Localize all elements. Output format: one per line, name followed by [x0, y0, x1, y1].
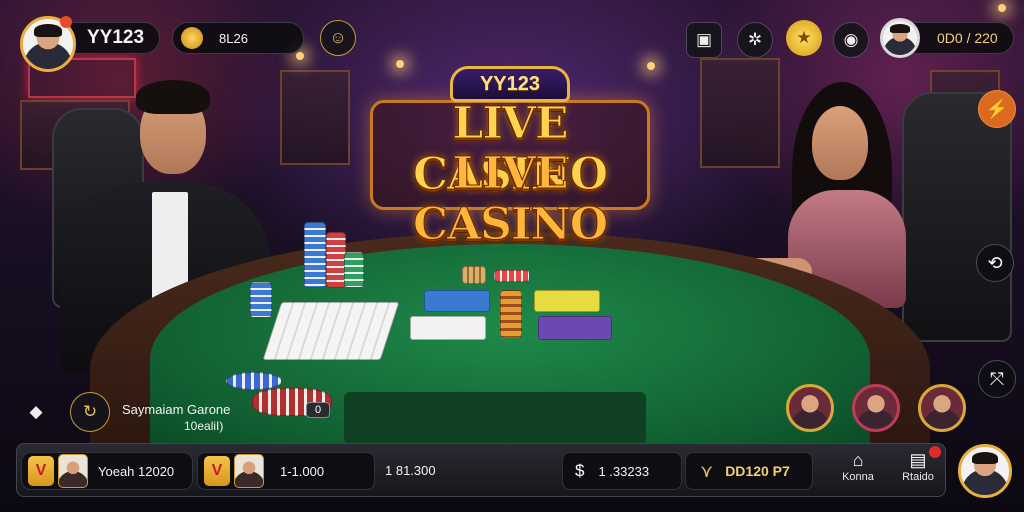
record-icon[interactable]: ◉	[833, 22, 869, 58]
seat-avatar-1[interactable]	[786, 384, 834, 432]
slot-1-text: Yoeah 12020	[98, 463, 175, 479]
opponent-avatar[interactable]	[880, 18, 920, 58]
notification-badge	[929, 446, 941, 458]
seat-avatar-3[interactable]	[918, 384, 966, 432]
dealer-panel	[344, 392, 646, 444]
balance-value: 8L26	[219, 30, 248, 46]
chip-pile[interactable]	[226, 372, 282, 390]
card-spread	[262, 302, 400, 360]
timer-icon[interactable]: ↻	[70, 392, 110, 432]
home-button[interactable]: ⌂ Konna	[833, 450, 883, 492]
chevron-icon: ⋎	[700, 460, 714, 481]
bottom-bar: V Yoeah 12020 V 1-1.000 1 81.300 $ 1 .33…	[16, 443, 946, 497]
avatar-hair	[34, 24, 62, 37]
avatar-hair	[971, 451, 999, 465]
dollar-icon: $	[575, 461, 585, 480]
slot-4-text: 1 .33233	[598, 463, 650, 479]
bottom-slot-2[interactable]: V 1-1.000	[197, 452, 375, 490]
chip-stack[interactable]	[326, 232, 346, 288]
stats-label: Rtaido	[902, 471, 934, 483]
v-badge-icon: V	[28, 456, 54, 486]
crown-icon	[60, 16, 72, 28]
profile-avatar-button[interactable]	[958, 444, 1012, 498]
diamond-icon[interactable]: ◆	[18, 394, 54, 430]
star-badge-icon[interactable]: ★	[786, 20, 822, 56]
player-mini-avatar	[58, 454, 88, 488]
spotlight	[296, 52, 304, 60]
logo-line-2: LIVE CASINO	[412, 148, 608, 251]
slot-3-text: 1 81.300	[385, 463, 436, 478]
chip-stack[interactable]	[462, 266, 486, 284]
player-name: YY123	[87, 27, 145, 48]
home-icon: ⌂	[852, 450, 864, 470]
bet-card[interactable]	[538, 316, 612, 340]
v-badge-icon: V	[204, 456, 230, 486]
swap-icon[interactable]: ⟲	[976, 244, 1014, 282]
male-player-hair	[136, 80, 210, 114]
chip-stack[interactable]	[250, 282, 272, 318]
bottom-slot-1[interactable]: V Yoeah 12020	[21, 452, 193, 490]
coin-icon	[181, 27, 203, 49]
settings-gear-icon[interactable]: ✲	[737, 22, 773, 58]
logo-brand-badge: YY123	[450, 66, 570, 102]
mask-icon[interactable]: ☺	[320, 20, 356, 56]
bet-card[interactable]	[424, 290, 490, 312]
balance-pill[interactable]: 8L26	[172, 22, 304, 54]
game-stage: YY123 LIVE CASINO LIVE CASINO YY123 8L26…	[0, 0, 1024, 512]
spotlight	[998, 4, 1006, 12]
chip-stack[interactable]	[500, 290, 522, 338]
bottom-slot-4[interactable]: $ 1 .33233	[562, 452, 682, 490]
bet-card[interactable]	[410, 316, 486, 340]
dealer-name: Saymaiam Garone	[122, 402, 231, 417]
female-player-head	[812, 106, 868, 180]
expand-icon[interactable]: ⤧	[978, 360, 1016, 398]
chip-value-badge: 0	[306, 402, 330, 418]
chip-stack[interactable]	[494, 270, 530, 282]
home-label: Konna	[842, 471, 874, 483]
player-mini-avatar	[234, 454, 264, 488]
slot-5-text: DD120 P7	[725, 463, 790, 479]
dealer-sub: 10ealiI)	[184, 419, 224, 433]
chip-stack[interactable]	[344, 252, 364, 288]
lightning-icon[interactable]: ⚡	[978, 90, 1016, 128]
player-chair-right	[902, 92, 1012, 342]
live-casino-logo: YY123 LIVE CASINO LIVE CASINO	[360, 62, 660, 251]
slot-2-text: 1-1.000	[280, 463, 325, 479]
right-counter: 0D0 / 220	[937, 30, 998, 46]
bet-card[interactable]	[534, 290, 600, 312]
screen-icon[interactable]: ▣	[686, 22, 722, 58]
chip-stack[interactable]	[304, 222, 326, 288]
bottom-slot-5[interactable]: ⋎ DD120 P7	[685, 452, 813, 490]
seat-avatar-2[interactable]	[852, 384, 900, 432]
avatar-hair	[890, 24, 910, 34]
